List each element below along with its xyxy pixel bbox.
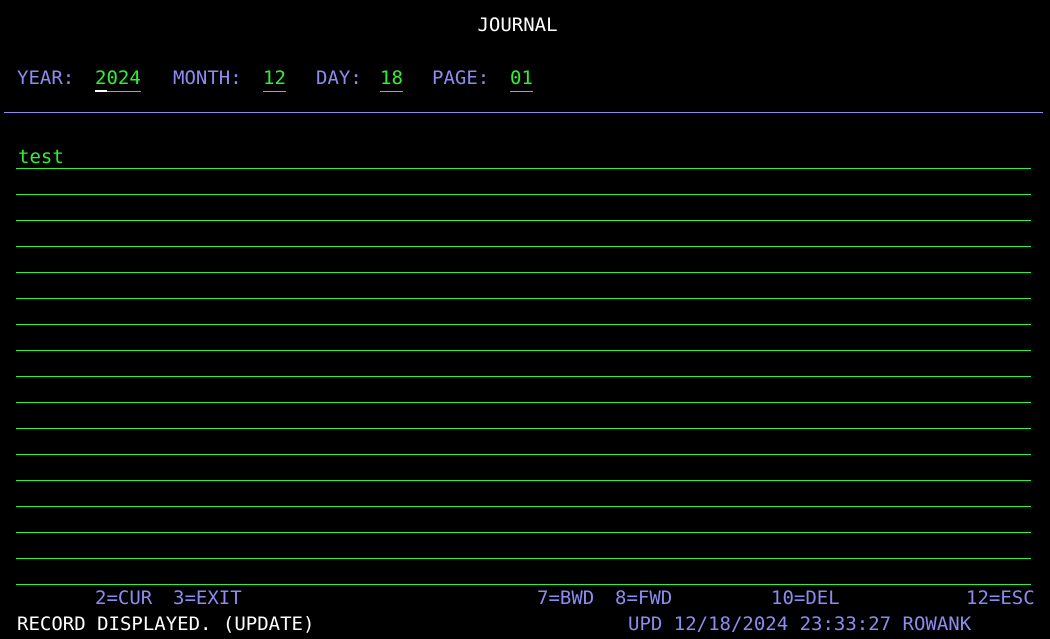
page-field[interactable]: 01 bbox=[510, 69, 533, 92]
year-field[interactable]: 2024 bbox=[95, 69, 141, 92]
journal-line[interactable] bbox=[16, 507, 1031, 533]
journal-line[interactable] bbox=[16, 221, 1031, 247]
month-label: MONTH: bbox=[173, 67, 242, 89]
month-field[interactable]: 12 bbox=[263, 69, 286, 92]
fkey-del[interactable]: 10=DEL bbox=[771, 589, 840, 608]
journal-line[interactable]: test bbox=[16, 143, 1031, 169]
journal-line[interactable] bbox=[16, 273, 1031, 299]
journal-line[interactable] bbox=[16, 351, 1031, 377]
fkey-cur[interactable]: 2=CUR bbox=[95, 589, 152, 608]
fkey-bwd[interactable]: 7=BWD bbox=[537, 589, 594, 608]
text-cursor bbox=[95, 90, 107, 92]
journal-line[interactable] bbox=[16, 455, 1031, 481]
journal-line[interactable] bbox=[16, 429, 1031, 455]
page-label: PAGE: bbox=[432, 67, 490, 89]
day-label: DAY: bbox=[316, 67, 362, 89]
year-label: YEAR: bbox=[17, 67, 75, 89]
header-separator bbox=[4, 112, 1043, 113]
journal-line[interactable] bbox=[16, 169, 1031, 195]
journal-entry-area: test bbox=[16, 143, 1031, 585]
journal-line[interactable] bbox=[16, 377, 1031, 403]
fkey-fwd[interactable]: 8=FWD bbox=[615, 589, 672, 608]
status-message: RECORD DISPLAYED. (UPDATE) bbox=[17, 613, 315, 635]
journal-line-text: test bbox=[18, 146, 64, 168]
journal-line[interactable] bbox=[16, 481, 1031, 507]
journal-line[interactable] bbox=[16, 403, 1031, 429]
day-field[interactable]: 18 bbox=[380, 69, 403, 92]
journal-line[interactable] bbox=[16, 559, 1031, 585]
journal-line[interactable] bbox=[16, 247, 1031, 273]
journal-line[interactable] bbox=[16, 195, 1031, 221]
journal-line[interactable] bbox=[16, 299, 1031, 325]
update-info: UPD 12/18/2024 23:33:27 ROWANK bbox=[628, 613, 972, 635]
fkey-exit[interactable]: 3=EXIT bbox=[173, 589, 242, 608]
fkey-esc[interactable]: 12=ESC bbox=[966, 589, 1035, 608]
journal-line[interactable] bbox=[16, 533, 1031, 559]
journal-line[interactable] bbox=[16, 325, 1031, 351]
screen-title: JOURNAL bbox=[477, 14, 558, 36]
